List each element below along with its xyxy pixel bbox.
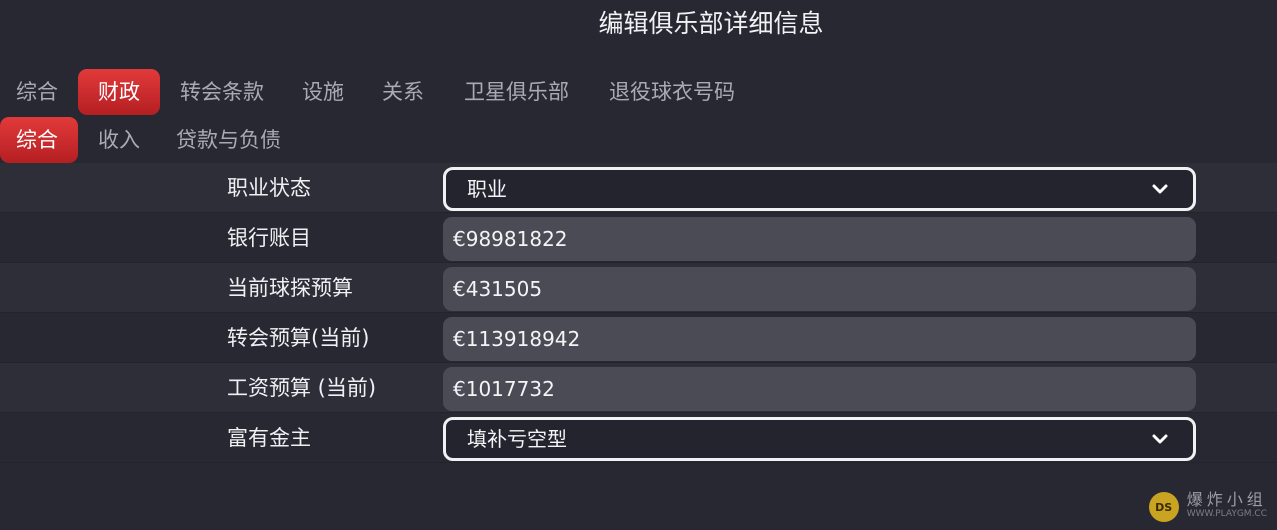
wage-budget-label: 工资预算 (当前) bbox=[227, 376, 377, 400]
tab-retired-numbers[interactable]: 退役球衣号码 bbox=[593, 69, 751, 115]
tab-general[interactable]: 综合 bbox=[0, 69, 78, 115]
professional-status-value: 职业 bbox=[467, 177, 507, 201]
subtab-income[interactable]: 收入 bbox=[82, 117, 156, 163]
subtab-general[interactable]: 综合 bbox=[0, 117, 78, 163]
sugar-daddy-label: 富有金主 bbox=[227, 426, 311, 450]
row-professional-status: 职业状态 职业 bbox=[0, 163, 1277, 213]
watermark-logo: DS bbox=[1148, 492, 1179, 522]
page-title: 编辑俱乐部详细信息 bbox=[598, 9, 824, 38]
sugar-daddy-dropdown[interactable]: 填补亏空型 bbox=[443, 417, 1196, 461]
secondary-tabs: 综合 收入 贷款与负债 bbox=[0, 116, 297, 164]
tab-transfer-terms[interactable]: 转会条款 bbox=[164, 69, 280, 115]
chevron-down-icon bbox=[1152, 434, 1168, 444]
professional-status-label: 职业状态 bbox=[227, 176, 311, 200]
row-sugar-daddy: 富有金主 填补亏空型 bbox=[0, 413, 1277, 463]
row-scouting-budget: 当前球探预算 €431505 bbox=[0, 263, 1277, 313]
chevron-down-icon bbox=[1152, 184, 1168, 194]
professional-status-dropdown[interactable]: 职业 bbox=[443, 167, 1196, 211]
scouting-budget-label: 当前球探预算 bbox=[227, 276, 353, 300]
tab-relations[interactable]: 关系 bbox=[366, 69, 440, 115]
subtab-loans-debts[interactable]: 贷款与负债 bbox=[160, 117, 297, 163]
watermark-text: 爆炸小组 bbox=[1186, 490, 1267, 509]
tab-affiliate-clubs[interactable]: 卫星俱乐部 bbox=[448, 69, 585, 115]
bank-balance-label: 银行账目 bbox=[227, 226, 311, 250]
watermark: DS 爆炸小组 WWW.PLAYGM.CC bbox=[1148, 490, 1267, 522]
title-container: 编辑俱乐部详细信息 bbox=[0, 4, 1277, 40]
row-wage-budget: 工资预算 (当前) €1017732 bbox=[0, 363, 1277, 413]
primary-tabs: 综合 财政 转会条款 设施 关系 卫星俱乐部 退役球衣号码 bbox=[0, 68, 751, 116]
finance-form: 职业状态 职业 银行账目 €98981822 当前球探预算 €431505 转会… bbox=[0, 163, 1277, 463]
row-bank-balance: 银行账目 €98981822 bbox=[0, 213, 1277, 263]
tab-finances[interactable]: 财政 bbox=[78, 69, 160, 115]
edit-club-details-screen: 编辑俱乐部详细信息 综合 财政 转会条款 设施 关系 卫星俱乐部 退役球衣号码 … bbox=[0, 0, 1277, 530]
wage-budget-input[interactable]: €1017732 bbox=[443, 367, 1196, 411]
row-transfer-budget: 转会预算(当前) €113918942 bbox=[0, 313, 1277, 363]
tab-facilities[interactable]: 设施 bbox=[286, 69, 360, 115]
watermark-url: WWW.PLAYGM.CC bbox=[1186, 509, 1267, 519]
transfer-budget-input[interactable]: €113918942 bbox=[443, 317, 1196, 361]
bank-balance-input[interactable]: €98981822 bbox=[443, 217, 1196, 261]
scouting-budget-input[interactable]: €431505 bbox=[443, 267, 1196, 311]
sugar-daddy-value: 填补亏空型 bbox=[467, 427, 567, 451]
transfer-budget-label: 转会预算(当前) bbox=[227, 326, 370, 350]
